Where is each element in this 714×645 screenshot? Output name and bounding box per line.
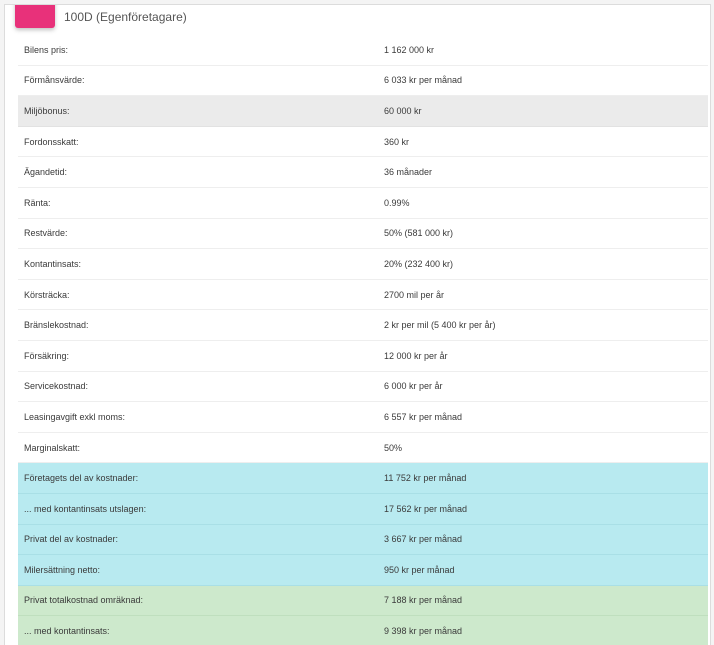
table-row: Marginalskatt: 50% [18, 433, 708, 464]
table-row: Bilens pris: 1 162 000 kr [18, 35, 708, 66]
row-value: 9 398 kr per månad [384, 626, 463, 637]
row-value: 36 månader [384, 167, 433, 178]
row-value: 3 667 kr per månad [384, 534, 463, 545]
table-row: Milersättning netto: 950 kr per månad [18, 555, 708, 586]
row-value: 950 kr per månad [384, 564, 455, 575]
table-row: Restvärde: 50% (581 000 kr) [18, 219, 708, 250]
row-value: 20% (232 400 kr) [384, 258, 454, 269]
row-value: 12 000 kr per år [384, 350, 448, 361]
row-label: Kontantinsats: [24, 258, 82, 269]
results-card: 100D (Egenföretagare) Bilens pris: 1 162 … [4, 4, 711, 645]
row-label: Milersättning netto: [24, 564, 101, 575]
table-row: Ränta: 0.99% [18, 188, 708, 219]
row-value: 2 kr per mil (5 400 kr per år) [384, 320, 496, 331]
card-subtitle: 100D (Egenföretagare) [64, 10, 187, 24]
row-label: Bilens pris: [24, 44, 69, 55]
row-value: 6 000 kr per år [384, 381, 443, 392]
table-row: Fordonsskatt: 360 kr [18, 127, 708, 158]
row-label: Servicekostnad: [24, 381, 89, 392]
row-value: 60 000 kr [384, 105, 422, 116]
table-row: ... med kontantinsats: 9 398 kr per månad [18, 616, 708, 645]
table-row: Servicekostnad: 6 000 kr per år [18, 372, 708, 403]
row-label: Ränta: [24, 197, 51, 208]
row-value: 6 033 kr per månad [384, 75, 463, 86]
table-row: Kontantinsats: 20% (232 400 kr) [18, 249, 708, 280]
row-value: 2700 mil per år [384, 289, 445, 300]
row-value: 1 162 000 kr [384, 44, 435, 55]
table-row: Leasingavgift exkl moms: 6 557 kr per mån… [18, 402, 708, 433]
car-badge [15, 5, 55, 28]
row-label: Förmånsvärde: [24, 75, 85, 86]
row-value: 0.99% [384, 197, 410, 208]
row-value: 6 557 kr per månad [384, 411, 463, 422]
row-value: 360 kr [384, 136, 410, 147]
row-value: 50% [384, 442, 403, 453]
row-label: Miljöbonus: [24, 105, 70, 116]
table-row: Ägandetid: 36 månader [18, 157, 708, 188]
row-label: Marginalskatt: [24, 442, 81, 453]
row-value: 17 562 kr per månad [384, 503, 468, 514]
table-row: Privat del av kostnader: 3 667 kr per mån… [18, 524, 708, 556]
row-label: Leasingavgift exkl moms: [24, 411, 126, 422]
row-label: ... med kontantinsats: [24, 626, 110, 637]
row-value: 50% (581 000 kr) [384, 228, 454, 239]
table-row: Försäkring: 12 000 kr per år [18, 341, 708, 372]
row-label: Restvärde: [24, 228, 68, 239]
row-value: 11 752 kr per månad [384, 473, 467, 484]
table-row: Miljöbonus: 60 000 kr [18, 96, 708, 127]
row-label: Företagets del av kostnader: [24, 473, 139, 484]
cost-table: Bilens pris: 1 162 000 kr Förmånsvärde: 6 0… [18, 35, 708, 645]
table-row: Förmånsvärde: 6 033 kr per månad [18, 66, 708, 97]
row-label: ... med kontantinsats utslagen: [24, 503, 147, 514]
table-row: ... med kontantinsats utslagen: 17 562 kr… [18, 493, 708, 525]
row-label: Privat totalkostnad omräknad: [24, 595, 144, 606]
row-label: Fordonsskatt: [24, 136, 79, 147]
table-row: Företagets del av kostnader: 11 752 kr pe… [18, 463, 708, 494]
row-label: Ägandetid: [24, 167, 68, 178]
row-label: Privat del av kostnader: [24, 534, 119, 545]
table-row: Bränslekostnad: 2 kr per mil (5 400 kr pe… [18, 310, 708, 341]
row-label: Bränslekostnad: [24, 320, 89, 331]
row-label: Försäkring: [24, 350, 70, 361]
row-label: Körsträcka: [24, 289, 70, 300]
table-row: Privat totalkostnad omräknad: 7 188 kr pe… [18, 585, 708, 617]
row-value: 7 188 kr per månad [384, 595, 463, 606]
table-row: Körsträcka: 2700 mil per år [18, 280, 708, 311]
